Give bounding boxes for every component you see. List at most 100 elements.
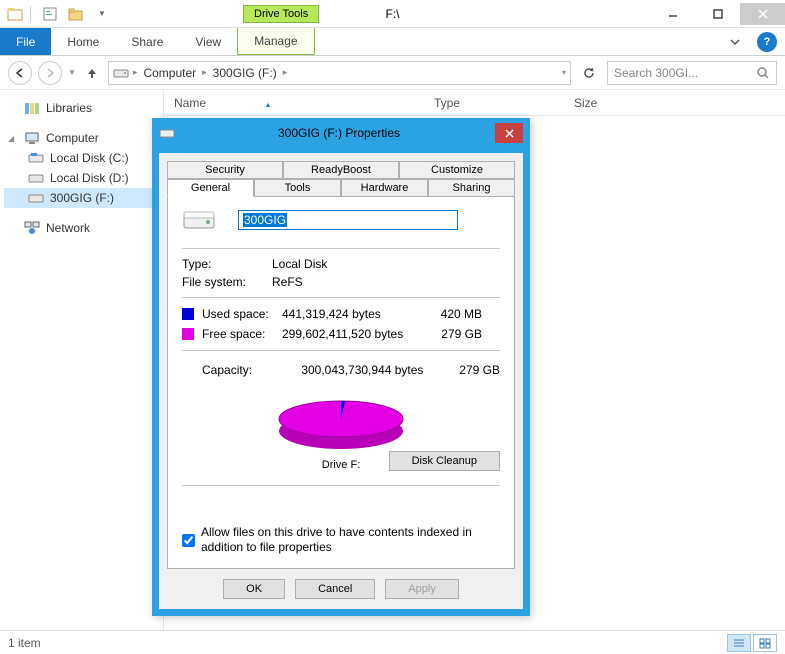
- share-tab[interactable]: Share: [115, 28, 179, 55]
- chevron-right-icon[interactable]: ▸: [202, 67, 207, 78]
- separator: [30, 6, 31, 22]
- cancel-button[interactable]: Cancel: [295, 579, 375, 599]
- nav-label: Local Disk (C:): [50, 151, 129, 165]
- tab-hardware[interactable]: Hardware: [341, 179, 428, 197]
- dialog-close-button[interactable]: [495, 123, 523, 143]
- forward-button[interactable]: [38, 61, 62, 85]
- drive-tools-contextual-tab[interactable]: Drive Tools: [243, 5, 319, 23]
- nav-drive-f[interactable]: 300GIG (F:): [4, 188, 159, 208]
- new-folder-qat-icon[interactable]: [65, 3, 87, 25]
- address-bar[interactable]: ▸ Computer ▸ 300GIG (F:) ▸ ▾: [108, 61, 571, 85]
- capacity-hr: 279 GB: [440, 363, 500, 377]
- free-bytes: 299,602,411,520 bytes: [282, 327, 422, 341]
- properties-dialog: 300GIG (F:) Properties Security ReadyBoo…: [152, 118, 530, 616]
- used-bytes: 441,319,424 bytes: [282, 307, 422, 321]
- column-name[interactable]: Name▴: [164, 96, 424, 110]
- separator: [182, 485, 500, 486]
- navigation-pane: Libraries ◢ Computer Local Disk (C:) Loc…: [0, 90, 164, 630]
- status-bar: 1 item: [0, 630, 785, 654]
- drive-icon: [159, 127, 175, 139]
- computer-icon: [24, 130, 40, 146]
- drive-name-input[interactable]: 300GIG: [238, 210, 458, 230]
- column-size[interactable]: Size: [564, 96, 664, 110]
- libraries-icon: [24, 100, 40, 116]
- refresh-button[interactable]: [577, 61, 601, 85]
- ribbon: File Home Share View Manage ?: [0, 28, 785, 56]
- window-title: F:\: [386, 7, 400, 21]
- item-count: 1 item: [8, 636, 41, 650]
- dialog-titlebar[interactable]: 300GIG (F:) Properties: [153, 119, 529, 147]
- address-dropdown-icon[interactable]: ▾: [562, 68, 566, 77]
- nav-label: Local Disk (D:): [50, 171, 129, 185]
- index-label: Allow files on this drive to have conten…: [201, 525, 500, 556]
- sort-asc-icon: ▴: [266, 100, 270, 109]
- disk-cleanup-button[interactable]: Disk Cleanup: [389, 451, 500, 471]
- separator: [182, 350, 500, 351]
- nav-label: Network: [46, 221, 90, 235]
- tab-customize[interactable]: Customize: [399, 161, 515, 179]
- nav-label: Libraries: [46, 101, 92, 115]
- column-headers: Name▴ Type Size: [164, 90, 785, 116]
- tab-tools[interactable]: Tools: [254, 179, 341, 197]
- search-placeholder: Search 300GI...: [614, 66, 698, 80]
- tab-security[interactable]: Security: [167, 161, 283, 179]
- close-button[interactable]: [740, 3, 785, 25]
- up-button[interactable]: [82, 66, 102, 80]
- app-icon: [4, 3, 26, 25]
- manage-tab[interactable]: Manage: [237, 28, 314, 55]
- maximize-button[interactable]: [695, 3, 740, 25]
- qat-dropdown-icon[interactable]: ▼: [91, 3, 113, 25]
- back-button[interactable]: [8, 61, 32, 85]
- titlebar: ▼ Drive Tools F:\: [0, 0, 785, 28]
- apply-button[interactable]: Apply: [385, 579, 459, 599]
- free-color-swatch: [182, 328, 194, 340]
- help-icon[interactable]: ?: [757, 32, 777, 52]
- properties-qat-icon[interactable]: [39, 3, 61, 25]
- view-tab[interactable]: View: [179, 28, 237, 55]
- history-dropdown-icon[interactable]: ▼: [68, 68, 76, 77]
- separator: [182, 297, 500, 298]
- search-input[interactable]: Search 300GI...: [607, 61, 777, 85]
- breadcrumb-computer[interactable]: Computer: [141, 66, 198, 80]
- nav-libraries[interactable]: Libraries: [4, 98, 159, 118]
- network-icon: [24, 220, 40, 236]
- column-type[interactable]: Type: [424, 96, 564, 110]
- icons-view-button[interactable]: [753, 634, 777, 652]
- ok-button[interactable]: OK: [223, 579, 285, 599]
- chevron-right-icon[interactable]: ▸: [133, 67, 138, 78]
- index-checkbox[interactable]: [182, 525, 195, 556]
- capacity-label: Capacity:: [202, 363, 301, 377]
- pie-label: Drive F:: [322, 459, 361, 471]
- drive-icon: [28, 150, 44, 166]
- nav-label: Computer: [46, 131, 99, 145]
- drive-icon: [113, 65, 129, 81]
- nav-network[interactable]: Network: [4, 218, 159, 238]
- capacity-bytes: 300,043,730,944 bytes: [301, 363, 440, 377]
- chevron-right-icon[interactable]: ▸: [283, 67, 288, 78]
- home-tab[interactable]: Home: [51, 28, 115, 55]
- breadcrumb-drive[interactable]: 300GIG (F:): [211, 66, 279, 80]
- nav-computer[interactable]: ◢ Computer: [4, 128, 159, 148]
- dialog-title: 300GIG (F:) Properties: [183, 126, 495, 140]
- drive-icon: [28, 170, 44, 186]
- file-tab[interactable]: File: [0, 28, 51, 55]
- used-label: Used space:: [202, 307, 282, 321]
- separator: [182, 248, 500, 249]
- search-icon: [756, 66, 770, 80]
- address-bar-row: ▼ ▸ Computer ▸ 300GIG (F:) ▸ ▾ Search 30…: [0, 56, 785, 90]
- drive-icon: [28, 190, 44, 206]
- drive-large-icon: [182, 208, 216, 232]
- nav-local-d[interactable]: Local Disk (D:): [4, 168, 159, 188]
- tab-sharing[interactable]: Sharing: [428, 179, 515, 197]
- tab-readyboost[interactable]: ReadyBoost: [283, 161, 399, 179]
- details-view-button[interactable]: [727, 634, 751, 652]
- nav-local-c[interactable]: Local Disk (C:): [4, 148, 159, 168]
- minimize-button[interactable]: [650, 3, 695, 25]
- tab-general[interactable]: General: [167, 179, 254, 197]
- ribbon-expand-icon[interactable]: [729, 28, 741, 55]
- free-hr: 279 GB: [422, 327, 482, 341]
- type-label: Type:: [182, 257, 272, 271]
- expand-icon[interactable]: ◢: [8, 134, 18, 143]
- free-label: Free space:: [202, 327, 282, 341]
- nav-label: 300GIG (F:): [50, 191, 114, 205]
